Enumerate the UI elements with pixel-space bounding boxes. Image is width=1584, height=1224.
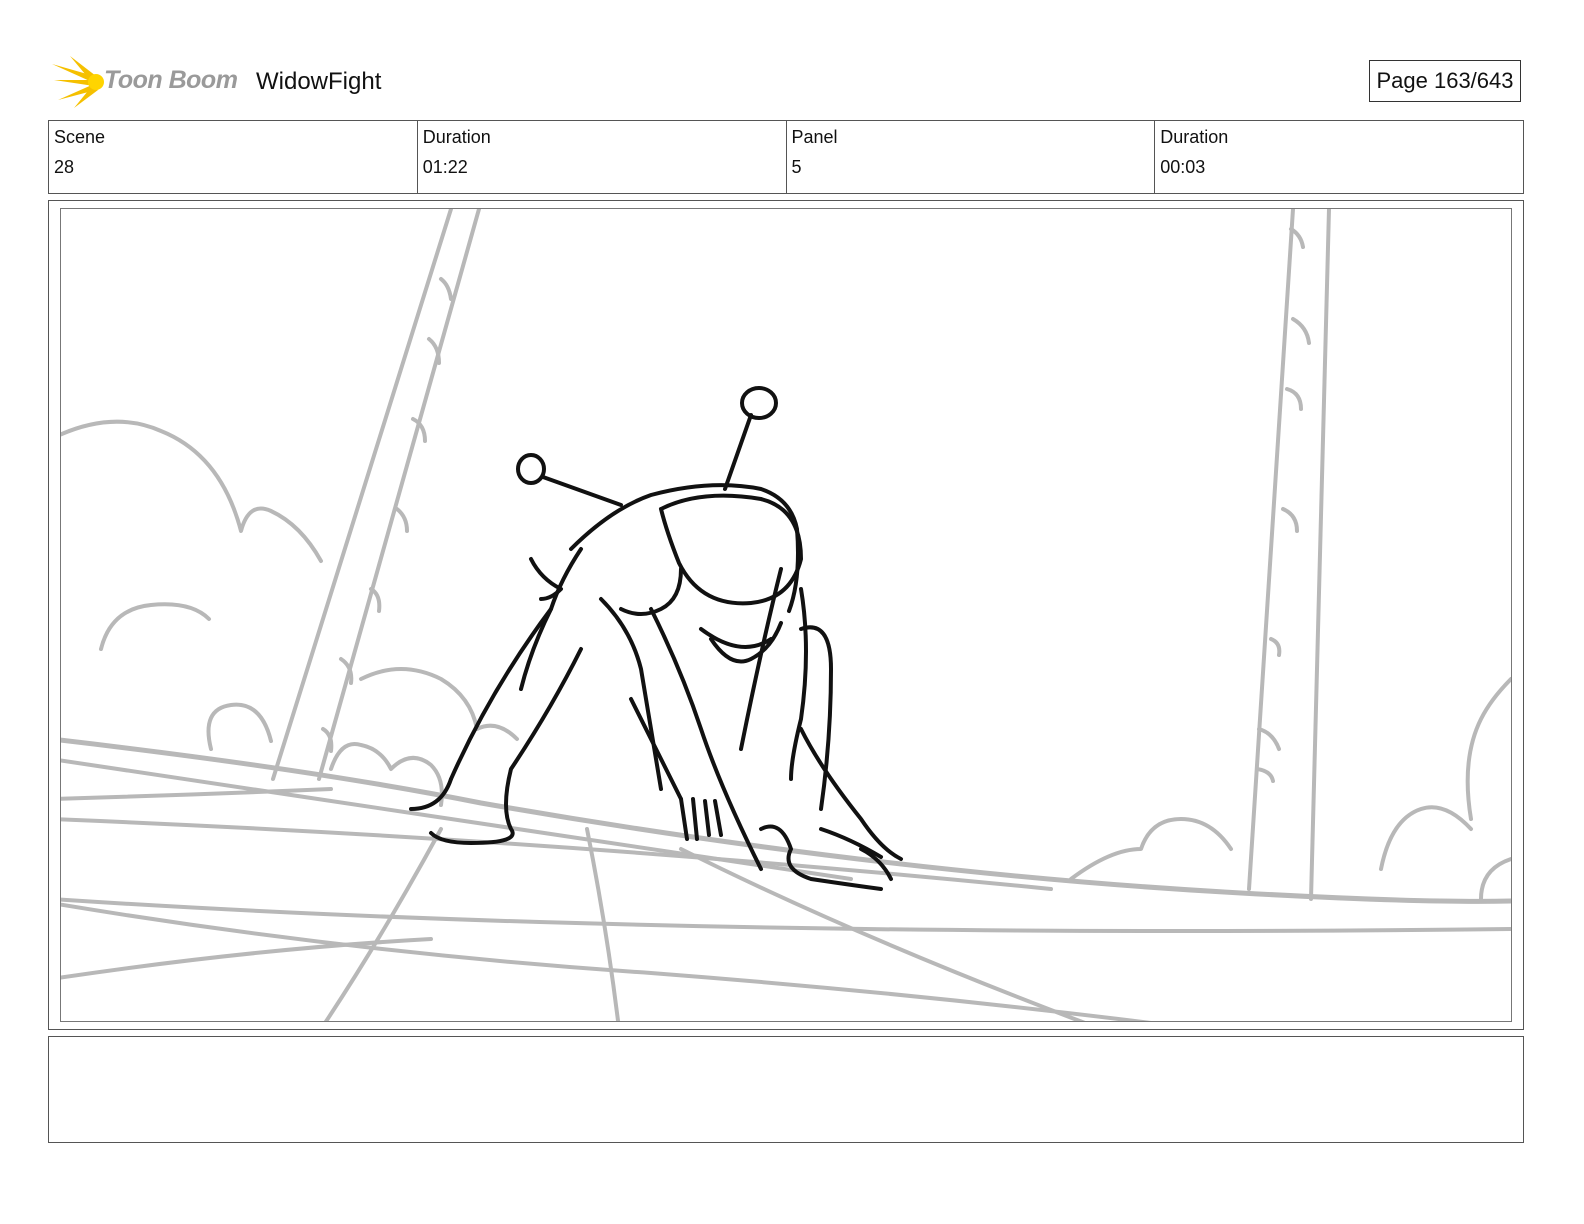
panel-cell: Panel 5 [787,121,1156,193]
scene-duration-label: Duration [422,127,491,147]
notes-box [48,1036,1524,1143]
scene-value: 28 [54,157,75,177]
panel-image [60,208,1512,1022]
panel-label: Panel [791,127,838,147]
logo-text: Toon Boom [104,66,238,94]
scene-label: Scene [54,127,106,147]
project-title: WidowFight [256,68,382,95]
scene-duration-value: 01:22 [422,157,468,177]
panel-duration-value: 00:03 [1160,157,1206,177]
panel-duration-label: Duration [1160,127,1229,147]
scene-duration-cell: Duration 01:22 [418,121,787,193]
scene-cell: Scene 28 [49,121,418,193]
panel-info-table: Scene 28 Duration 01:22 Panel 5 Duration… [48,120,1524,194]
storyboard-sketch [61,209,1511,1021]
character-sketch [409,386,903,891]
panel-value: 5 [791,157,802,177]
panel-duration-cell: Duration 00:03 [1155,121,1523,193]
background-sketch [61,209,1511,1021]
page-indicator: Page 163/643 [1369,60,1521,102]
